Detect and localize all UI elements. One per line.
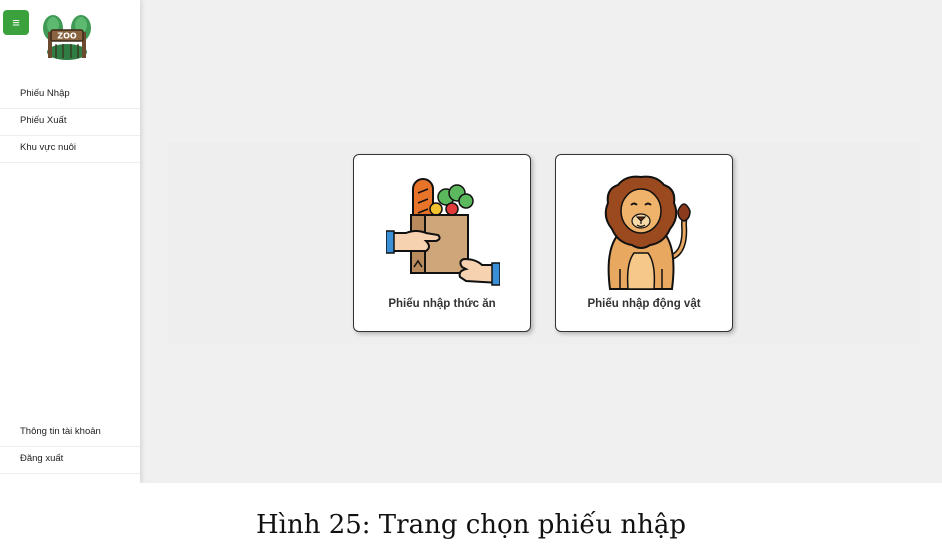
animal-import-card[interactable]: Phiếu nhập động vật (555, 154, 733, 332)
sidebar-bottom-nav: Thông tin tài khoản Đăng xuất (0, 420, 140, 474)
animal-import-label: Phiếu nhập động vật (587, 298, 701, 310)
sidebar-item-phieu-nhap[interactable]: Phiếu Nhập (0, 82, 140, 109)
food-bag-icon (386, 178, 500, 286)
zoo-logo-icon: ZOO (43, 15, 91, 60)
sidebar-item-phieu-xuat[interactable]: Phiếu Xuất (0, 109, 140, 136)
sidebar-item-account-info[interactable]: Thông tin tài khoản (0, 420, 140, 447)
figure-caption: Hình 25: Trang chọn phiếu nhập (255, 510, 687, 540)
app-window: ≡ ZOO Phiếu Nhập Phiếu Xuất Khu vực nuôi… (0, 0, 942, 483)
sidebar: ≡ ZOO Phiếu Nhập Phiếu Xuất Khu vực nuôi… (0, 0, 140, 483)
menu-toggle-button[interactable]: ≡ (3, 10, 29, 35)
content-panel (168, 142, 920, 344)
sidebar-item-logout[interactable]: Đăng xuất (0, 447, 140, 474)
food-import-label: Phiếu nhập thức ăn (388, 298, 496, 310)
lion-icon (604, 175, 691, 290)
logo-text: ZOO (57, 32, 77, 41)
sidebar-item-khu-vuc-nuoi[interactable]: Khu vực nuôi (0, 136, 140, 163)
food-import-card[interactable]: Phiếu nhập thức ăn (353, 154, 531, 332)
sidebar-nav: Phiếu Nhập Phiếu Xuất Khu vực nuôi (0, 82, 140, 163)
